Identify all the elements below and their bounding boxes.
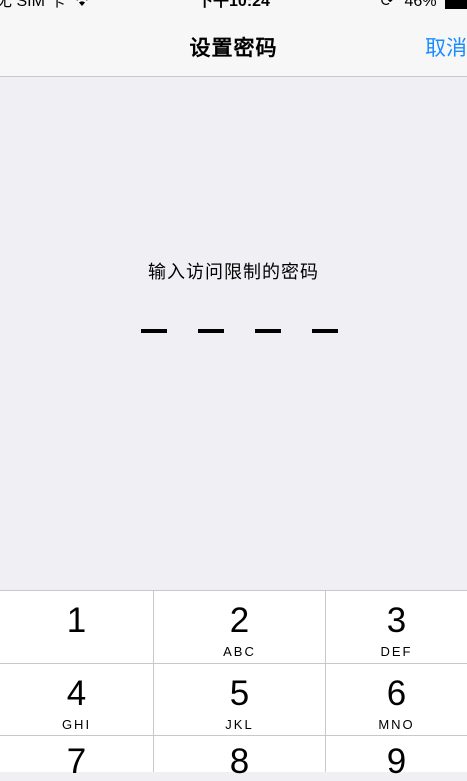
rotation-lock-icon: ⟳	[380, 0, 395, 10]
passcode-prompt: 输入访问限制的密码	[148, 262, 319, 282]
key-digit: 1	[66, 601, 87, 640]
key-digit: 9	[386, 742, 407, 781]
passcode-dash	[141, 329, 167, 333]
passcode-dash	[255, 329, 281, 333]
key-digit: 2	[229, 601, 250, 640]
key-letters: MNO	[378, 717, 415, 732]
key-8[interactable]: 8	[154, 736, 326, 781]
passcode-dash	[198, 329, 224, 333]
battery-percentage: 46%	[404, 0, 437, 10]
key-letters: ABC	[223, 644, 256, 659]
battery-icon	[445, 0, 467, 9]
key-letters: DEF	[380, 644, 413, 659]
key-digit: 8	[229, 742, 250, 781]
cancel-button[interactable]: 取消	[425, 32, 467, 62]
passcode-dashes	[0, 329, 467, 335]
key-digit: 3	[386, 601, 407, 640]
key-letters: JKL	[225, 717, 254, 732]
key-7[interactable]: 7	[0, 736, 154, 781]
key-2[interactable]: 2 ABC	[154, 591, 326, 664]
key-5[interactable]: 5 JKL	[154, 664, 326, 736]
key-digit: 5	[229, 674, 250, 713]
key-9[interactable]: 9	[326, 736, 467, 781]
key-digit: 6	[386, 674, 407, 713]
numeric-keypad: 1 2 ABC 3 DEF 4 GHI 5 JKL 6 MNO 7 8 9	[0, 590, 467, 781]
key-1[interactable]: 1	[0, 591, 154, 664]
key-3[interactable]: 3 DEF	[326, 591, 467, 664]
key-digit: 4	[66, 674, 87, 713]
key-letters: GHI	[61, 717, 92, 732]
status-bar: 无 SIM 卡 下午10:24 ⟳ 46%	[0, 0, 467, 12]
key-digit: 7	[66, 742, 87, 781]
passcode-dash	[312, 329, 338, 333]
key-6[interactable]: 6 MNO	[326, 664, 467, 736]
status-right: ⟳ 46%	[381, 0, 467, 12]
key-4[interactable]: 4 GHI	[0, 664, 154, 736]
page-title: 设置密码	[189, 37, 278, 60]
